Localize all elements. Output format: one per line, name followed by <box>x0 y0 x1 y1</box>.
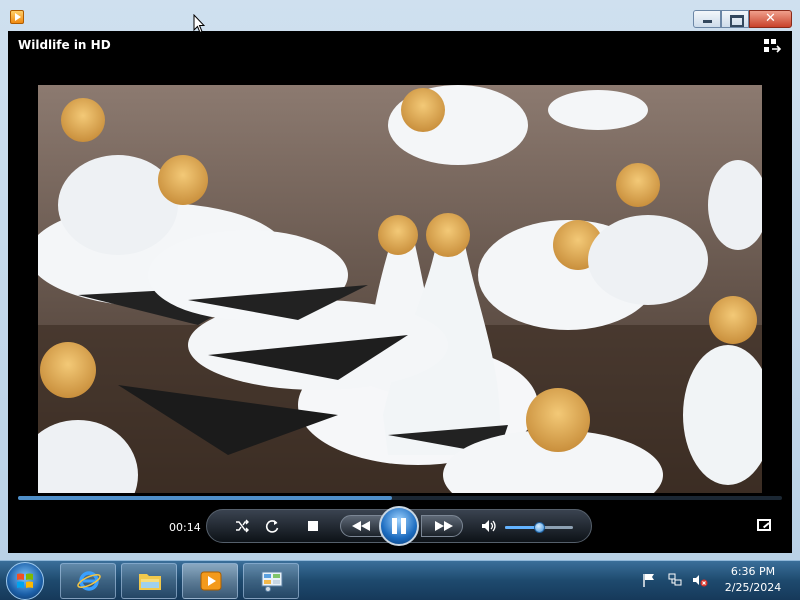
taskbar-windows-explorer[interactable] <box>121 563 177 599</box>
taskbar-clock[interactable]: 6:36 PM 2/25/2024 <box>713 564 793 596</box>
volume-muted-icon[interactable] <box>692 573 708 587</box>
clock-time: 6:36 PM <box>730 565 776 578</box>
start-button[interactable] <box>6 562 44 600</box>
next-icon <box>435 521 453 531</box>
fullscreen-icon[interactable] <box>757 519 771 531</box>
previous-button[interactable] <box>340 515 382 537</box>
speaker-icon[interactable] <box>481 519 497 533</box>
minimize-button[interactable] <box>693 10 721 28</box>
shuffle-icon[interactable] <box>235 519 249 533</box>
now-playing-area: Wildlife in HD 00:14 <box>8 31 792 553</box>
gannet-bird <box>388 85 528 165</box>
seek-bar[interactable] <box>18 496 782 500</box>
media-player-window: ✕ Wildlife in HD 00:14 <box>0 0 800 560</box>
taskbar-control-panel[interactable] <box>243 563 299 599</box>
close-button[interactable]: ✕ <box>749 10 792 28</box>
seek-progress <box>18 496 393 500</box>
taskbar: 6:36 PM 2/25/2024 <box>0 560 800 600</box>
mouse-cursor-icon <box>193 14 205 34</box>
video-frame[interactable] <box>38 85 762 493</box>
previous-icon <box>352 521 370 531</box>
media-player-icon[interactable] <box>10 10 24 24</box>
close-icon: ✕ <box>765 11 776 26</box>
folder-icon <box>139 574 161 590</box>
action-center-flag-icon[interactable] <box>643 573 655 587</box>
video-title: Wildlife in HD <box>18 38 111 52</box>
title-bar[interactable]: ✕ <box>0 0 800 30</box>
internet-explorer-icon <box>77 571 101 591</box>
taskbar-internet-explorer[interactable] <box>60 563 116 599</box>
windows-logo-icon <box>17 573 33 588</box>
playback-controls <box>206 506 592 546</box>
clock-date: 2/25/2024 <box>724 581 782 594</box>
taskbar-windows-media-player[interactable] <box>182 563 238 599</box>
pause-button[interactable] <box>379 506 419 546</box>
elapsed-time: 00:14 <box>169 521 201 534</box>
control-panel-icon <box>261 571 283 592</box>
volume-thumb[interactable] <box>534 522 545 533</box>
switch-to-library-icon[interactable] <box>764 39 782 53</box>
media-player-icon <box>200 571 222 591</box>
maximize-button[interactable] <box>721 10 749 28</box>
next-button[interactable] <box>421 515 463 537</box>
network-icon[interactable] <box>668 573 682 587</box>
stop-button[interactable] <box>308 521 318 531</box>
volume-slider[interactable] <box>505 522 573 533</box>
repeat-icon[interactable] <box>265 519 279 533</box>
